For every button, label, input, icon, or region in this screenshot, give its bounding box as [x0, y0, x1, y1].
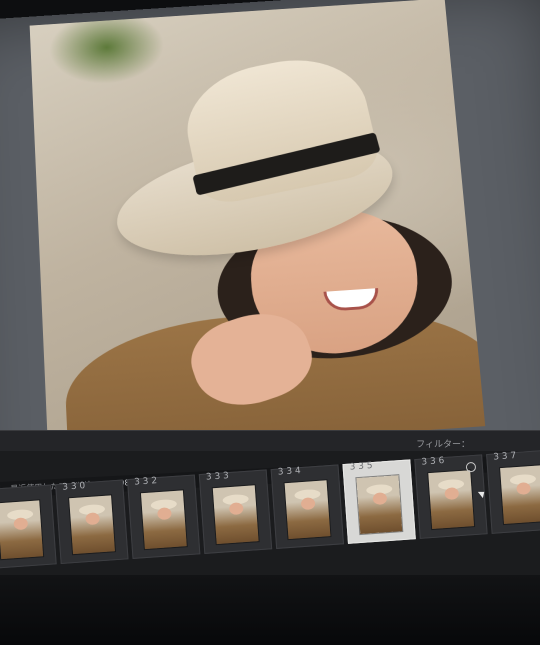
thumbnail-image: [69, 495, 115, 555]
filmstrip-thumbnail[interactable]: 3 3 6: [414, 454, 488, 539]
thumbnail-number: 3 3 4: [277, 466, 302, 478]
thumbnail-image: [428, 470, 475, 530]
thumbnail-number: 3 3 0: [62, 481, 86, 493]
thumbnail-image: [284, 480, 331, 540]
thumbnail-number: 3 3 7: [492, 450, 517, 463]
thumbnail-number: 3 3 2: [133, 476, 158, 488]
thumbnail-image: [0, 500, 44, 560]
monitor-bezel: [0, 575, 540, 645]
filmstrip-thumbnails: 3 3 0 3 3 2 3 3 3 3 3 4 3 3 5 3 3 6 3 3 …: [0, 433, 540, 585]
thumbnail-image: [356, 475, 403, 535]
filmstrip-thumbnail[interactable]: 3 3 4: [270, 464, 345, 549]
badge-icon[interactable]: [465, 461, 477, 473]
thumbnail-image: [212, 485, 259, 545]
thumbnail-number: 3 3 3: [205, 471, 230, 483]
thumbnail-image: [500, 465, 540, 524]
mouse-cursor-icon: [477, 488, 487, 499]
filmstrip-thumbnail[interactable]: 3 3 0: [55, 479, 129, 565]
filmstrip-thumbnail[interactable]: 3 3 7: [486, 449, 540, 534]
filmstrip-thumbnail-selected[interactable]: 3 3 5: [342, 459, 416, 544]
thumbnail-image: [140, 490, 187, 550]
filmstrip-thumbnail[interactable]: 3 3 2: [126, 474, 201, 559]
thumbnail-number: 3 3 5: [349, 461, 373, 473]
filmstrip-thumbnail[interactable]: 3 3 3: [198, 469, 273, 554]
thumbnail-number: 3 3 6: [421, 456, 445, 468]
filmstrip-thumbnail[interactable]: [0, 484, 57, 570]
main-photo-preview: [29, 0, 486, 457]
